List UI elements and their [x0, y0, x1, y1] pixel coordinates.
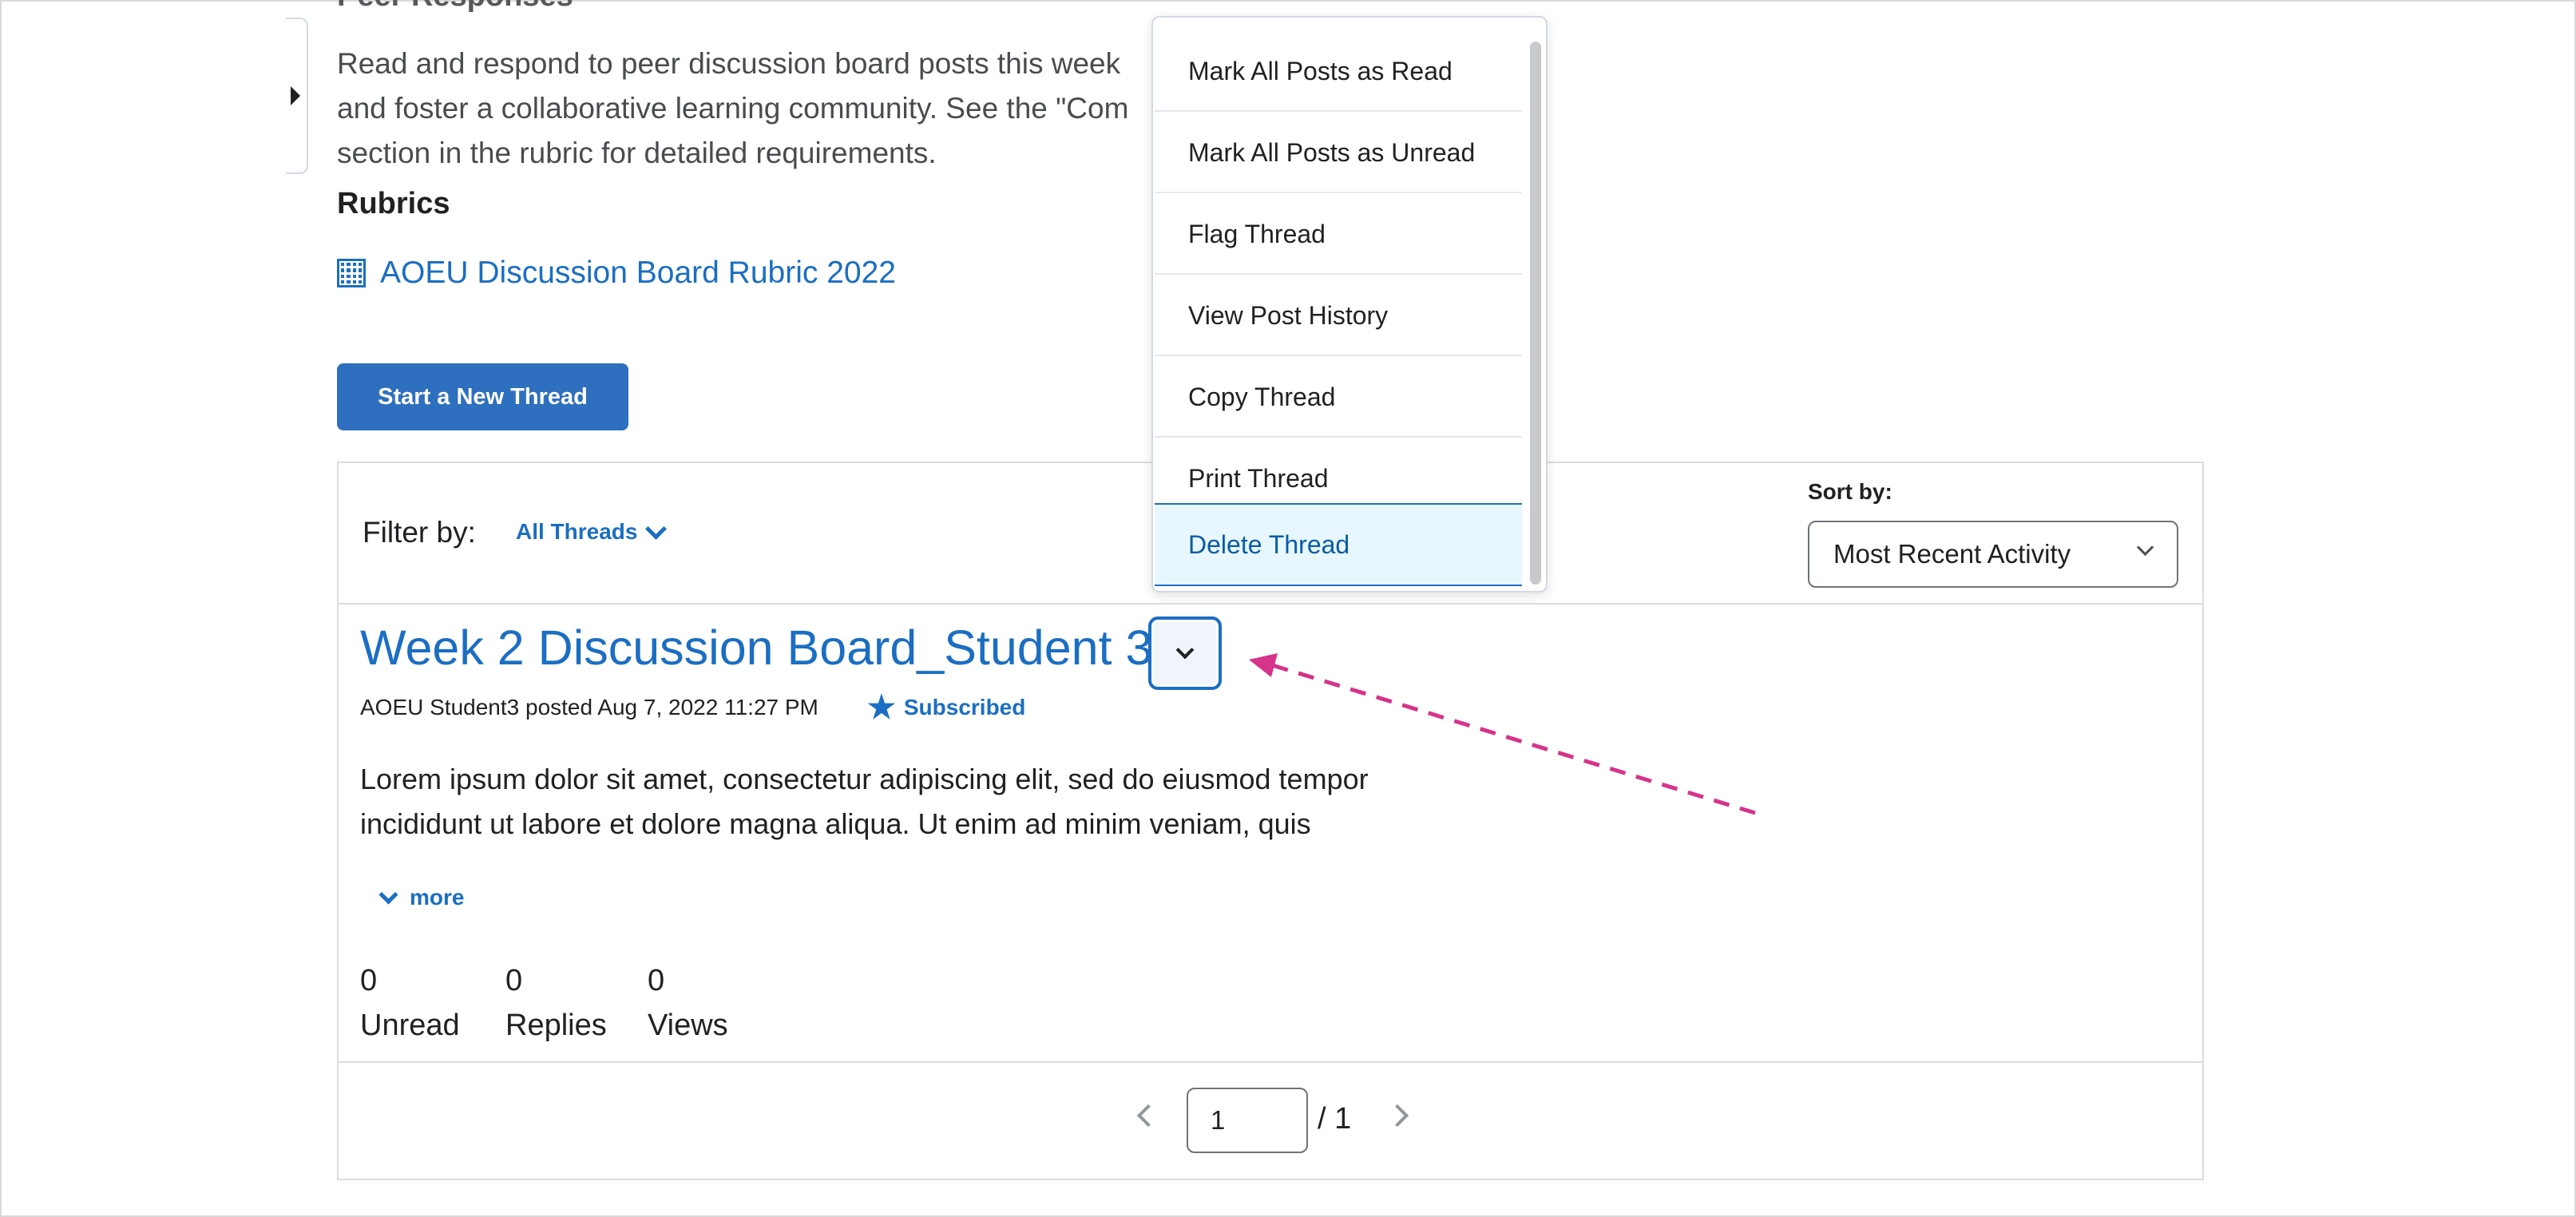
stat-views: 0 Views — [648, 958, 728, 1048]
section-heading: Peer Responses — [337, 0, 573, 14]
page-number-input[interactable] — [1187, 1088, 1308, 1153]
side-panel-toggle[interactable] — [286, 18, 308, 174]
menu-scrollbar[interactable] — [1530, 42, 1541, 585]
chevron-down-icon — [378, 884, 398, 905]
assignment-description: Read and respond to peer discussion boar… — [337, 42, 1175, 176]
stat-label: Replies — [505, 1009, 607, 1042]
filter-dropdown[interactable]: All Threads — [516, 517, 668, 545]
stat-label: Views — [648, 1009, 728, 1042]
thread-body-preview: Lorem ipsum dolor sit amet, consectetur … — [360, 757, 1510, 846]
menu-item-copy-thread[interactable]: Copy Thread — [1155, 358, 1522, 438]
subscribed-label: Subscribed — [903, 695, 1026, 719]
filter-label: Filter by: — [363, 516, 476, 549]
stat-label: Unread — [360, 1009, 460, 1042]
panel-divider — [339, 603, 2202, 605]
menu-item-flag-thread[interactable]: Flag Thread — [1155, 195, 1522, 275]
menu-item-mark-all-read[interactable]: Mark All Posts as Read — [1155, 32, 1522, 112]
thread-actions-menu: Mark All Posts as Read Mark All Posts as… — [1151, 16, 1548, 593]
stat-value: 0 — [360, 964, 378, 997]
description-line: and foster a collaborative learning comm… — [337, 92, 1129, 125]
chevron-down-icon — [645, 517, 668, 540]
stat-unread: 0 Unread — [360, 958, 460, 1048]
rubric-grid-icon — [337, 259, 366, 287]
description-line: Read and respond to peer discussion boar… — [337, 47, 1121, 80]
more-label: more — [410, 885, 465, 910]
rubric-link[interactable]: AOEU Discussion Board Rubric 2022 — [337, 256, 896, 291]
description-line: section in the rubric for detailed requi… — [337, 137, 937, 169]
body-line: incididunt ut labore et dolore magna ali… — [360, 807, 1311, 840]
chevron-down-icon — [2136, 538, 2154, 557]
chevron-down-icon — [1175, 640, 1195, 660]
sort-label: Sort by: — [1808, 479, 1892, 504]
caret-right-icon — [291, 86, 300, 105]
body-line: Lorem ipsum dolor sit amet, consectetur … — [360, 763, 1369, 795]
menu-item-mark-all-unread[interactable]: Mark All Posts as Unread — [1155, 113, 1522, 193]
star-icon: ★ — [867, 690, 896, 725]
stat-value: 0 — [505, 964, 523, 997]
show-more-link[interactable]: more — [378, 884, 465, 910]
page-total: / 1 — [1318, 1102, 1352, 1136]
menu-item-view-post-history[interactable]: View Post History — [1155, 276, 1522, 356]
thread-title-link[interactable]: Week 2 Discussion Board_Student 3 — [360, 620, 1152, 676]
start-new-thread-button[interactable]: Start a New Thread — [337, 363, 628, 430]
rubrics-heading: Rubrics — [337, 187, 450, 220]
pagination-divider — [339, 1061, 2202, 1063]
subscribe-toggle[interactable]: ★ Subscribed — [867, 692, 1025, 723]
menu-item-delete-thread[interactable]: Delete Thread — [1155, 503, 1522, 586]
sort-value: Most Recent Activity — [1833, 539, 2071, 569]
stat-value: 0 — [648, 964, 665, 997]
sort-dropdown[interactable]: Most Recent Activity — [1808, 521, 2178, 588]
thread-meta: AOEU Student3 posted Aug 7, 2022 11:27 P… — [360, 695, 818, 719]
filter-value: All Threads — [516, 519, 638, 544]
rubric-link-label: AOEU Discussion Board Rubric 2022 — [380, 256, 896, 290]
thread-actions-button[interactable] — [1148, 616, 1222, 690]
stat-replies: 0 Replies — [505, 958, 607, 1048]
